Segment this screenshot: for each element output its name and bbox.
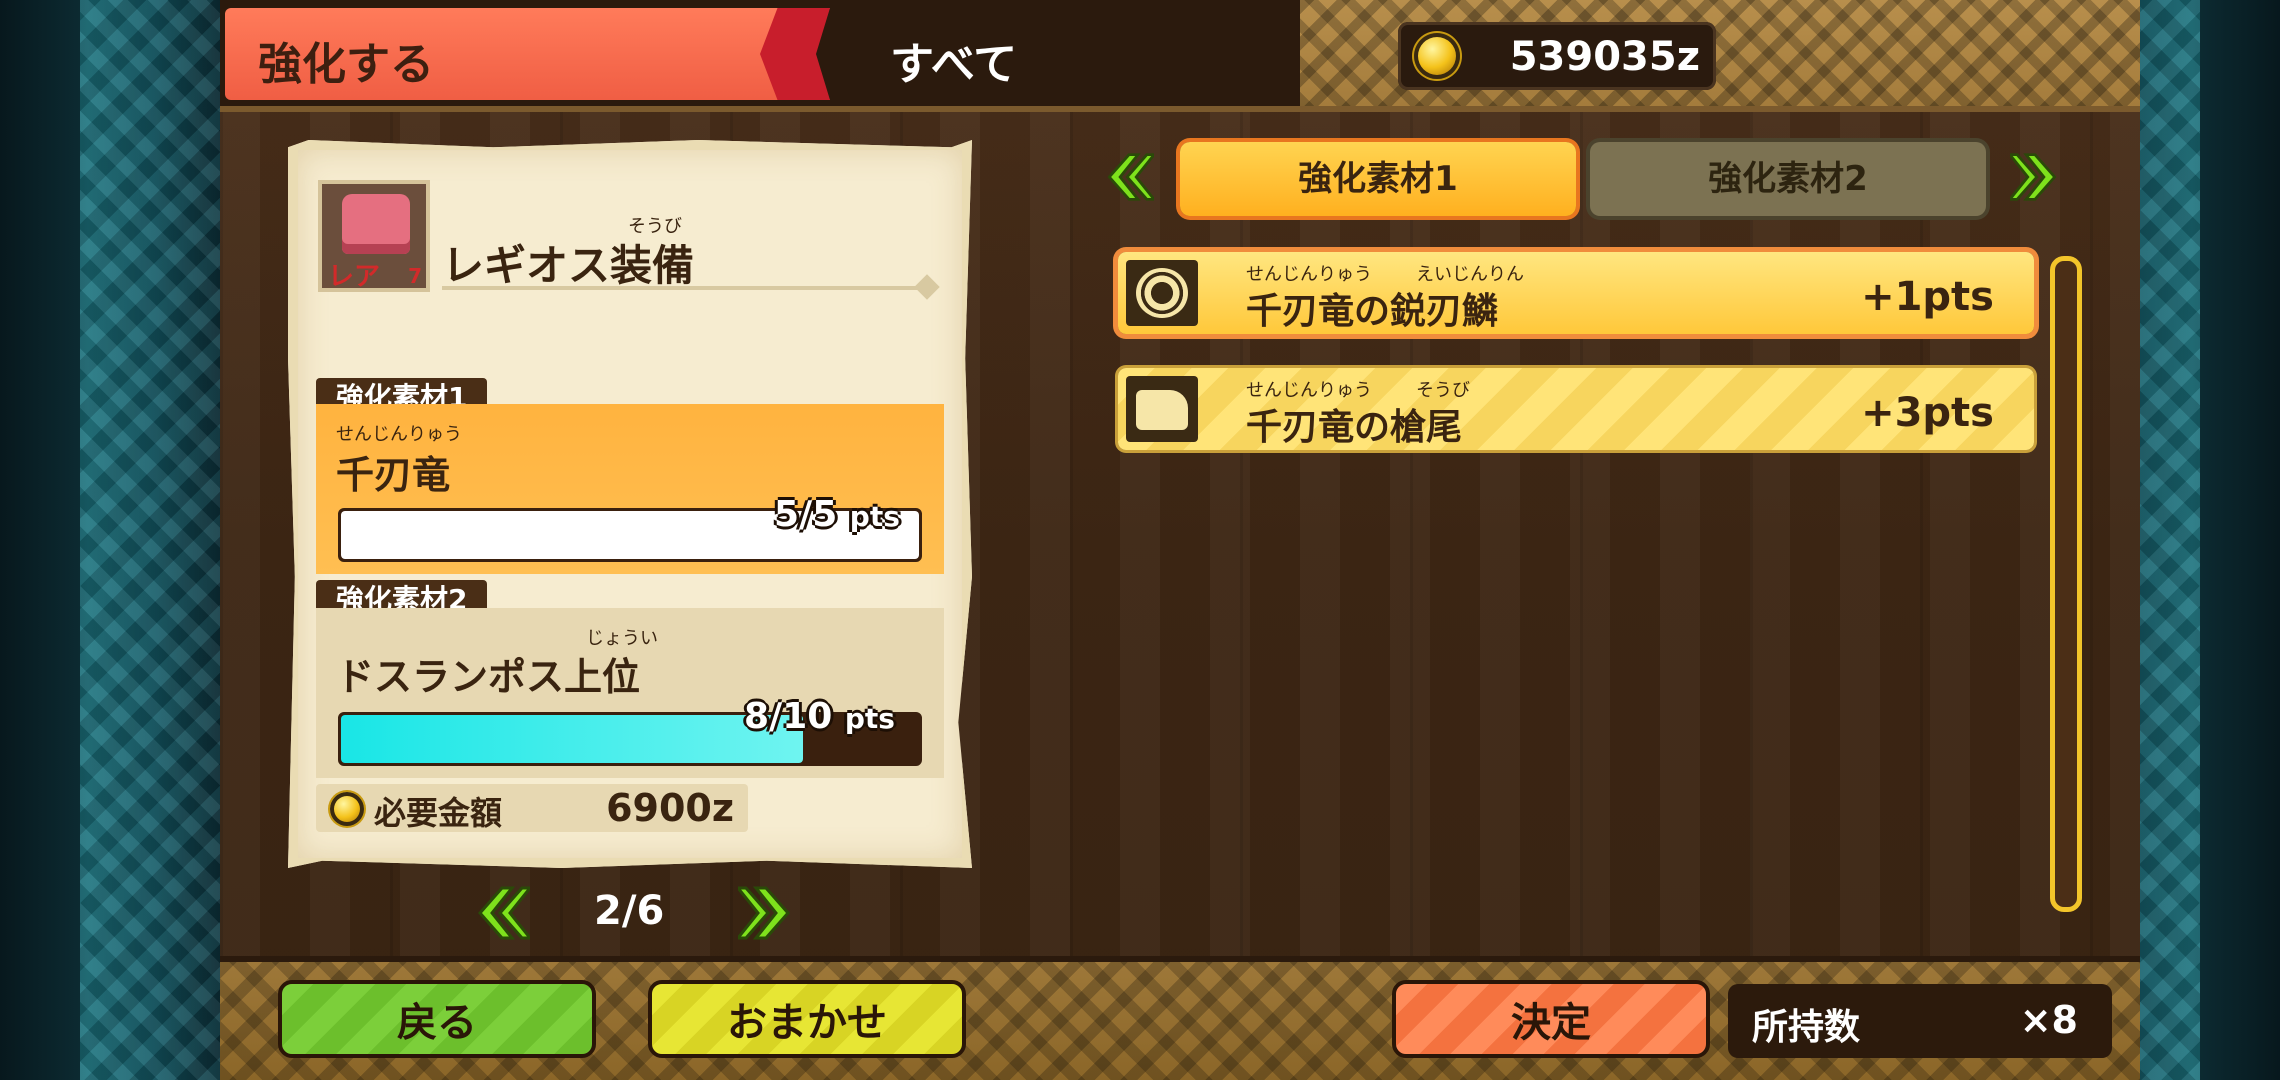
coin-icon xyxy=(1414,33,1460,79)
armor-icon xyxy=(342,194,410,254)
filter-all-button[interactable]: すべて xyxy=(890,28,1017,92)
tab-material2[interactable]: 強化素材2 xyxy=(1590,142,1986,216)
prev-page-arrow-icon[interactable] xyxy=(474,884,534,942)
material2-progress-text: 8/10 pts xyxy=(744,696,895,737)
scale-icon xyxy=(1126,260,1198,326)
required-cost-value: 6900z xyxy=(606,786,734,830)
money-value: 539035z xyxy=(1509,34,1700,80)
next-page-arrow-icon[interactable] xyxy=(734,884,794,942)
tab-next-arrow-icon[interactable] xyxy=(2007,148,2060,206)
material1-progress-text: 5/5 pts xyxy=(774,494,900,535)
required-cost-row: 必要金額 6900z xyxy=(316,784,748,832)
material1-name: 千刃竜 xyxy=(336,453,451,497)
list-item-name: 千刃竜の鋭刃鱗 xyxy=(1246,291,1499,332)
list-item-name: 千刃竜の槍尾 xyxy=(1246,407,1463,448)
list-item-points: +1pts xyxy=(1861,274,1994,320)
stock-count-value: ×8 xyxy=(2019,998,2078,1042)
stock-count-box: 所持数 ×8 xyxy=(1728,984,2112,1058)
left-border-decoration xyxy=(0,0,220,1080)
list-item-material[interactable]: せんじんりゅう えいじんりん 千刃竜の鋭刃鱗 +1pts xyxy=(1118,252,2034,334)
back-button[interactable]: 戻る xyxy=(278,980,596,1058)
rarity-label: レア xyxy=(328,262,381,292)
list-scrollbar[interactable] xyxy=(2050,256,2082,912)
auto-select-button[interactable]: おまかせ xyxy=(648,980,966,1058)
required-cost-label: 必要金額 xyxy=(374,794,503,832)
coin-icon xyxy=(330,792,364,826)
page-indicator: 2/6 xyxy=(594,888,665,934)
name-divider xyxy=(442,286,928,290)
money-display: 539035z xyxy=(1398,22,1716,90)
tail-icon xyxy=(1126,376,1198,442)
material2-progress-fill xyxy=(341,715,804,763)
material2-name: ドスランポス上位 xyxy=(336,655,641,699)
confirm-button[interactable]: 決定 xyxy=(1392,980,1710,1058)
tab-enhance-label: 強化する xyxy=(258,39,434,90)
list-item-points: +3pts xyxy=(1861,390,1994,436)
rarity-number: 7 xyxy=(408,264,422,288)
tab-material1[interactable]: 強化素材1 xyxy=(1180,142,1576,216)
stock-count-label: 所持数 xyxy=(1752,1007,1861,1048)
equipment-icon: レア 7 xyxy=(318,180,430,292)
equipment-name: レギオス装備 xyxy=(442,241,695,290)
list-item-material[interactable]: せんじんりゅう そうび 千刃竜の槍尾 +3pts xyxy=(1118,368,2034,450)
tab-prev-arrow-icon[interactable] xyxy=(1104,148,1157,206)
material1-ruby: せんじんりゅう xyxy=(336,424,462,445)
